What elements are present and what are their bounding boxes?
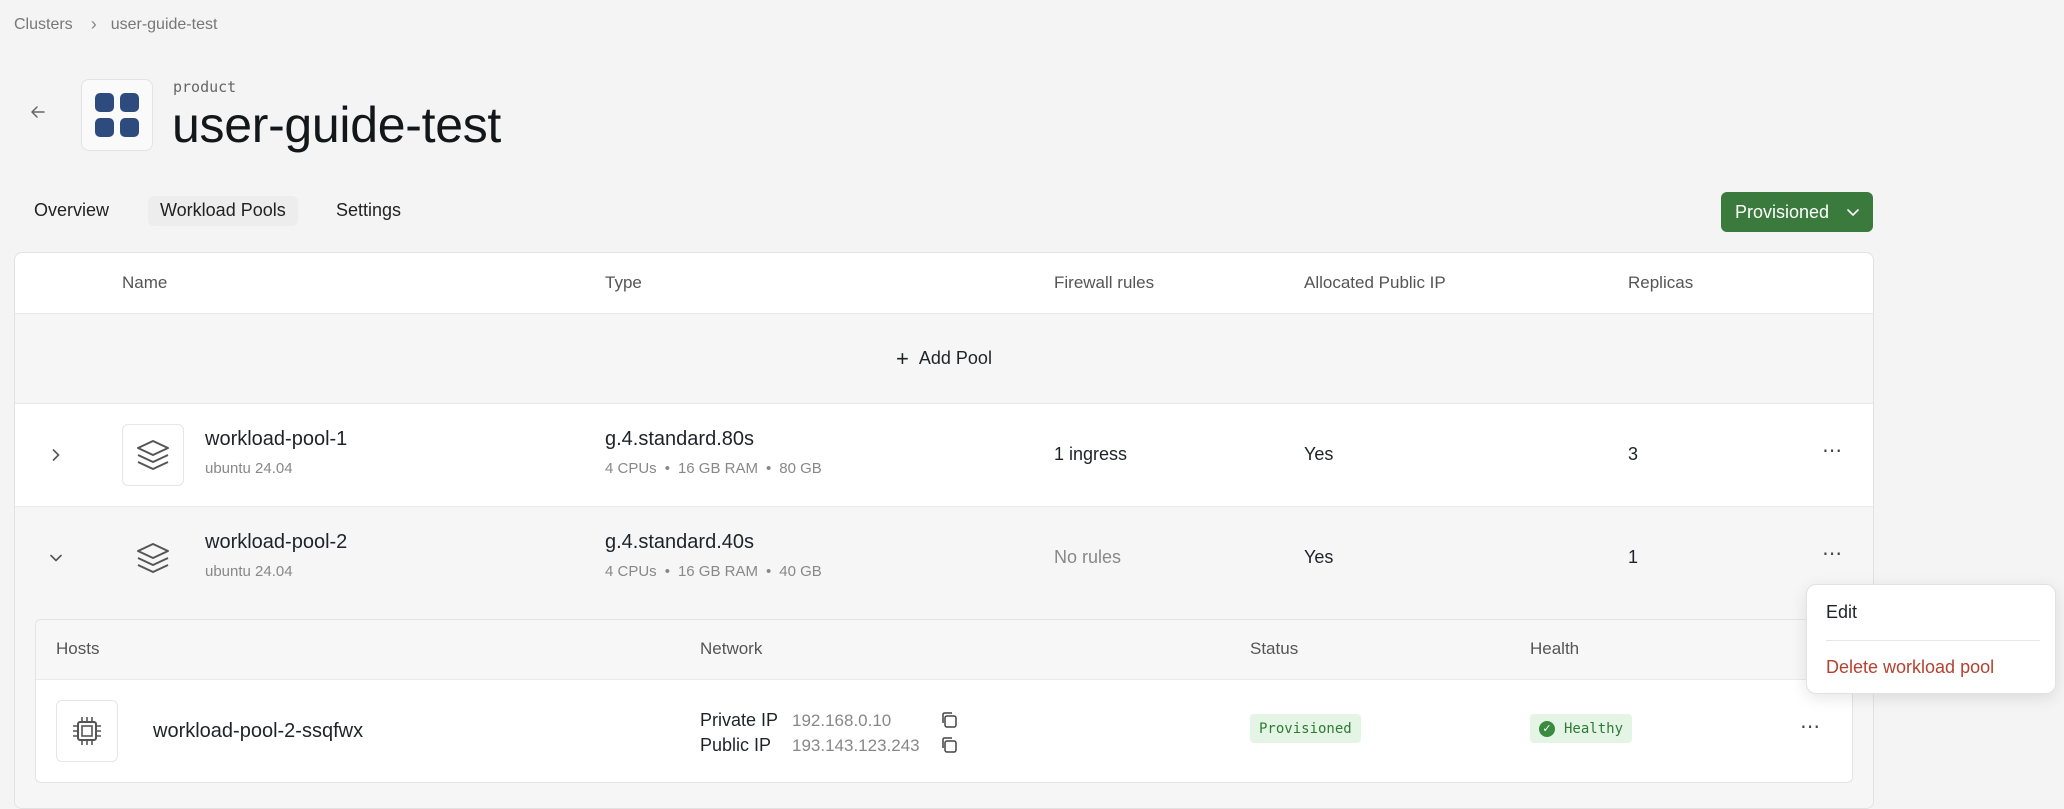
pool-type: g.4.standard.80s [605, 428, 754, 450]
allocated-public-ip: Yes [1304, 444, 1334, 464]
hosts-header: Hosts Network Status Health [36, 620, 1852, 680]
column-type: Type [605, 273, 642, 292]
table-header: Name Type Firewall rules Allocated Publi… [15, 253, 1873, 314]
page-title: user-guide-test [172, 97, 501, 153]
column-firewall-rules: Firewall rules [1054, 273, 1155, 292]
pool-name: workload-pool-1 [205, 428, 348, 450]
table-row[interactable]: workload-pool-1 ubuntu 24.04 g.4.standar… [15, 404, 1873, 507]
private-ip-value: 192.168.0.10 [792, 711, 892, 730]
column-replicas: Replicas [1628, 273, 1694, 292]
add-pool-button[interactable]: + Add Pool [15, 314, 1873, 404]
public-ip-value: 193.143.123.243 [792, 736, 920, 755]
health-badge: ✓ Healthy [1530, 714, 1633, 743]
health-label: Healthy [1564, 720, 1624, 737]
spec-disk: 80 GB [779, 460, 822, 477]
project-label: product [173, 78, 237, 96]
spec-cpus: 4 CPUs [605, 563, 657, 580]
chevron-right-icon[interactable] [45, 444, 67, 466]
layers-icon [122, 424, 184, 486]
menu-item-edit[interactable]: Edit [1826, 602, 1857, 623]
column-health: Health [1530, 639, 1580, 658]
host-name: workload-pool-2-ssqfwx [153, 720, 364, 742]
status-label: Provisioned [1735, 201, 1830, 222]
pool-type: g.4.standard.40s [605, 531, 754, 553]
arrow-left-icon [31, 106, 45, 118]
firewall-rules: 1 ingress [1054, 444, 1128, 464]
pool-os: ubuntu 24.04 [205, 460, 293, 477]
status-badge: Provisioned [1250, 714, 1361, 743]
pool-specs: 4 CPUs • 16 GB RAM • 40 GB [605, 563, 822, 580]
breadcrumb-current: user-guide-test [110, 15, 218, 33]
table-row[interactable]: workload-pool-2 ubuntu 24.04 g.4.standar… [15, 507, 1873, 619]
private-ip-label: Private IP [700, 710, 779, 730]
more-horizontal-icon[interactable]: ⋯ [1800, 714, 1821, 739]
tab-overview[interactable]: Overview [34, 196, 109, 226]
back-button[interactable] [26, 100, 50, 124]
more-horizontal-icon[interactable]: ⋯ [1822, 541, 1843, 566]
replicas: 1 [1628, 547, 1639, 567]
column-hosts: Hosts [56, 639, 100, 658]
chevron-down-icon[interactable] [45, 547, 67, 569]
breadcrumb-clusters-link[interactable]: Clusters [14, 16, 73, 34]
copy-icon[interactable] [940, 711, 958, 729]
cluster-logo [81, 79, 153, 151]
pool-actions-menu: Edit Delete workload pool [1806, 584, 2056, 694]
status-dropdown-button[interactable]: Provisioned [1721, 192, 1873, 232]
more-horizontal-icon[interactable]: ⋯ [1822, 438, 1843, 463]
tab-settings[interactable]: Settings [336, 196, 401, 226]
apps-grid-icon [95, 93, 139, 137]
layers-icon [122, 527, 184, 589]
pool-specs: 4 CPUs • 16 GB RAM • 80 GB [605, 460, 822, 477]
menu-item-delete-workload-pool[interactable]: Delete workload pool [1826, 657, 1994, 678]
column-network: Network [700, 639, 763, 658]
spec-disk: 40 GB [779, 563, 822, 580]
cpu-chip-icon [56, 700, 118, 762]
spec-ram: 16 GB RAM [677, 460, 758, 477]
spec-ram: 16 GB RAM [677, 563, 758, 580]
hosts-table: Hosts Network Status Health workload-poo… [35, 619, 1853, 783]
spec-cpus: 4 CPUs [605, 460, 657, 477]
workload-pools-table: Name Type Firewall rules Allocated Publi… [14, 252, 1874, 809]
public-ip-label: Public IP [700, 735, 772, 755]
menu-divider [1826, 640, 2040, 641]
chevron-down-icon [1847, 204, 1859, 220]
column-status: Status [1250, 639, 1299, 658]
column-allocated-public-ip: Allocated Public IP [1304, 273, 1446, 292]
pool-name: workload-pool-2 [205, 531, 348, 553]
copy-icon[interactable] [940, 736, 958, 754]
replicas: 3 [1628, 444, 1639, 464]
allocated-public-ip: Yes [1304, 547, 1334, 567]
breadcrumb: Clusters › user-guide-test [14, 14, 217, 35]
column-name: Name [122, 273, 168, 292]
plus-icon: + [896, 345, 909, 371]
add-pool-label: Add Pool [918, 348, 992, 368]
check-circle-icon: ✓ [1539, 720, 1555, 737]
tab-workload-pools[interactable]: Workload Pools [148, 196, 298, 226]
chevron-right-icon: › [90, 14, 97, 34]
pool-os: ubuntu 24.04 [205, 563, 293, 580]
firewall-rules: No rules [1054, 547, 1122, 567]
